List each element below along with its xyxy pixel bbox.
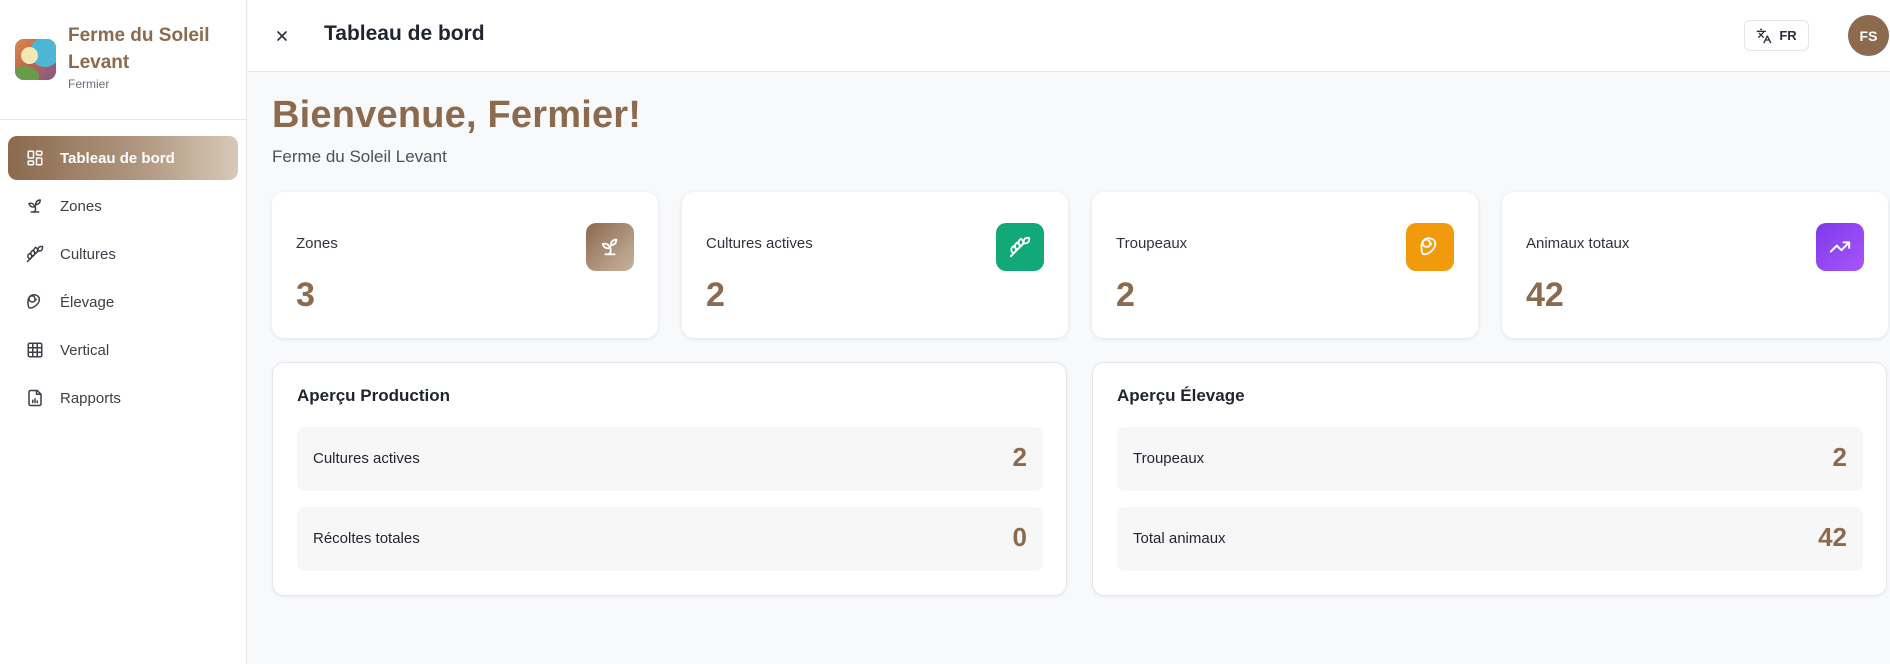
row-value: 0 [1012, 522, 1027, 552]
sidebar-item-label: Vertical [60, 341, 110, 359]
panel-title: Aperçu Production [297, 386, 451, 405]
row-label: Cultures actives [313, 450, 420, 467]
stat-value: 2 [1116, 276, 1135, 314]
sidebar-item-label: Zones [60, 197, 102, 215]
trending-up-icon [1816, 223, 1864, 271]
sidebar-item-rapports[interactable]: Rapports [8, 376, 238, 420]
sidebar-item-label: Rapports [60, 389, 121, 407]
meat-icon [25, 292, 45, 312]
top-bar: Tableau de bord FR FS [248, 0, 1890, 72]
sidebar-nav: Tableau de bord Zones Cultures Élevage V… [0, 120, 246, 420]
sprout-icon [25, 196, 45, 216]
sprout-icon [586, 223, 634, 271]
dashboard-icon [25, 148, 45, 168]
list-item: Total animaux 42 [1117, 507, 1863, 571]
stat-label: Zones [296, 235, 338, 252]
stat-card-herds[interactable]: Troupeaux 2 [1092, 192, 1478, 338]
stat-value: 42 [1526, 276, 1564, 314]
row-value: 2 [1012, 442, 1027, 472]
row-value: 2 [1832, 442, 1847, 472]
sidebar-item-label: Élevage [60, 293, 115, 311]
row-label: Récoltes totales [313, 530, 420, 547]
livestock-overview-panel: Aperçu Élevage Troupeaux 2 Total animaux… [1092, 362, 1887, 596]
farm-logo [15, 39, 56, 80]
stat-card-total-animals[interactable]: Animaux totaux 42 [1502, 192, 1888, 338]
stat-label: Troupeaux [1116, 235, 1188, 252]
list-item: Cultures actives 2 [297, 427, 1043, 491]
row-value: 42 [1818, 522, 1847, 552]
sidebar: Ferme du Soleil Levant Fermier Tableau d… [0, 0, 247, 664]
grid-icon [25, 340, 45, 360]
wheat-icon [996, 223, 1044, 271]
user-role: Fermier [68, 77, 110, 91]
stat-card-active-crops[interactable]: Cultures actives 2 [682, 192, 1068, 338]
farm-name: Ferme du Soleil Levant [68, 25, 210, 73]
stat-value: 3 [296, 276, 315, 314]
list-item: Troupeaux 2 [1117, 427, 1863, 491]
row-label: Total animaux [1133, 530, 1226, 547]
brand-header: Ferme du Soleil Levant Fermier [0, 0, 246, 120]
sidebar-item-label: Tableau de bord [60, 149, 175, 167]
list-item: Récoltes totales 0 [297, 507, 1043, 571]
farm-subtitle: Ferme du Soleil Levant [272, 147, 447, 166]
wheat-icon [25, 244, 45, 264]
close-sidebar-button[interactable] [270, 24, 294, 48]
sidebar-item-vertical[interactable]: Vertical [8, 328, 238, 372]
report-icon [25, 388, 45, 408]
welcome-heading: Bienvenue, Fermier! [272, 94, 642, 136]
sidebar-item-cultures[interactable]: Cultures [8, 232, 238, 276]
row-label: Troupeaux [1133, 450, 1205, 467]
stat-value: 2 [706, 276, 725, 314]
page-title: Tableau de bord [324, 22, 485, 45]
language-label: FR [1779, 28, 1797, 43]
stat-label: Cultures actives [706, 235, 813, 252]
close-icon [277, 31, 287, 41]
translate-icon [1756, 28, 1772, 43]
sidebar-item-zones[interactable]: Zones [8, 184, 238, 228]
meat-icon [1406, 223, 1454, 271]
panel-title: Aperçu Élevage [1117, 386, 1245, 405]
language-button[interactable]: FR [1744, 20, 1809, 51]
production-overview-panel: Aperçu Production Cultures actives 2 Réc… [272, 362, 1067, 596]
stat-label: Animaux totaux [1526, 235, 1630, 252]
sidebar-item-dashboard[interactable]: Tableau de bord [8, 136, 238, 180]
sidebar-item-label: Cultures [60, 245, 116, 263]
sidebar-item-elevage[interactable]: Élevage [8, 280, 238, 324]
stat-card-zones[interactable]: Zones 3 [272, 192, 658, 338]
user-avatar[interactable]: FS [1848, 15, 1889, 56]
